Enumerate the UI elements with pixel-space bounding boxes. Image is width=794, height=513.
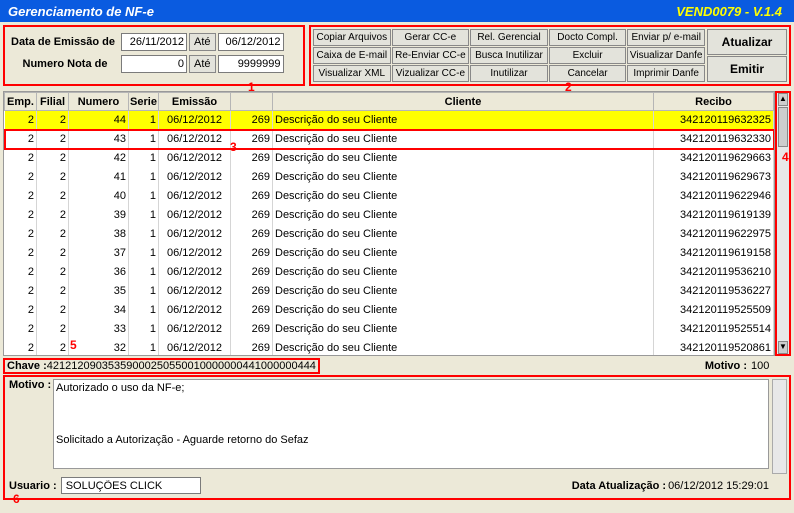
message-line-2: Solicitado a Autorização - Aguarde retor… — [56, 434, 766, 446]
table-row[interactable]: 2241106/12/2012269Descrição do seu Clien… — [5, 168, 774, 187]
motivo-text-label: Motivo : — [9, 379, 53, 391]
table-scrollbar[interactable]: ▲ ▼ — [775, 91, 791, 356]
col-header[interactable]: Emp. — [5, 93, 37, 111]
toolbar-button-4[interactable]: Enviar p/ e-mail — [627, 29, 705, 46]
marker-4: 4 — [782, 150, 789, 164]
usuario-field[interactable] — [61, 477, 201, 494]
grid-table[interactable]: Emp.FilialNumeroSerieEmissão ClienteRecib… — [3, 91, 775, 356]
marker-1: 1 — [248, 80, 255, 94]
scroll-thumb[interactable] — [778, 107, 788, 147]
col-header[interactable]: Numero — [69, 93, 129, 111]
col-header[interactable]: Recibo — [654, 93, 774, 111]
table-row[interactable]: 2243106/12/2012269Descrição do seu Clien… — [5, 130, 774, 149]
toolbar-button-2[interactable]: Rel. Gerencial — [470, 29, 548, 46]
toolbar-button-5[interactable]: Caixa de E-mail — [313, 47, 391, 64]
motivo-code-value: 100 — [751, 360, 791, 372]
table-row[interactable]: 2236106/12/2012269Descrição do seu Clien… — [5, 263, 774, 282]
atualizar-button[interactable]: Atualizar — [707, 29, 787, 55]
button-panel: Copiar ArquivosGerar CC-eRel. GerencialD… — [309, 25, 791, 86]
input-data-ate[interactable] — [218, 33, 284, 51]
toolbar-button-7[interactable]: Busca Inutilizar — [470, 47, 548, 64]
table-row[interactable]: 2242106/12/2012269Descrição do seu Clien… — [5, 149, 774, 168]
usuario-label: Usuario : — [9, 480, 57, 492]
table-row[interactable]: 2238106/12/2012269Descrição do seu Clien… — [5, 225, 774, 244]
toolbar-button-6[interactable]: Re-Enviar CC-e — [392, 47, 470, 64]
scroll-down-icon[interactable]: ▼ — [778, 341, 788, 354]
message-line-1: Autorizado o uso da NF-e; — [56, 382, 766, 394]
input-data-de[interactable] — [121, 33, 187, 51]
label-data-emissao: Data de Emissão de — [11, 36, 119, 48]
data-atualizacao-value: 06/12/2012 15:29:01 — [668, 480, 769, 492]
toolbar-button-11[interactable]: Vizualizar CC-e — [392, 65, 470, 82]
motivo-code-label: Motivo : — [705, 360, 747, 372]
message-area[interactable]: Autorizado o uso da NF-e; Solicitado a A… — [53, 379, 769, 469]
emitir-button[interactable]: Emitir — [707, 56, 787, 82]
table-row[interactable]: 2233106/12/2012269Descrição do seu Clien… — [5, 320, 774, 339]
col-header[interactable]: Emissão — [159, 93, 231, 111]
scroll-up-icon[interactable]: ▲ — [778, 93, 788, 106]
chave-value: 4212120903535900025055001000000044100000… — [47, 360, 316, 372]
label-numero-nota: Numero Nota de — [11, 58, 119, 70]
col-header[interactable]: Serie — [129, 93, 159, 111]
toolbar-button-13[interactable]: Cancelar — [549, 65, 627, 82]
input-num-de[interactable] — [121, 55, 187, 73]
input-num-ate[interactable] — [218, 55, 284, 73]
filter-panel: Data de Emissão de Até Numero Nota de At… — [3, 25, 305, 86]
table-row[interactable]: 2240106/12/2012269Descrição do seu Clien… — [5, 187, 774, 206]
ate-button-2[interactable]: Até — [189, 55, 216, 73]
table-row[interactable]: 2244106/12/2012269Descrição do seu Clien… — [5, 111, 774, 130]
app-version: VEND0079 - V.1.4 — [676, 4, 782, 19]
marker-3: 3 — [230, 140, 237, 154]
titlebar: Gerenciamento de NF-e VEND0079 - V.1.4 — [0, 0, 794, 22]
table-row[interactable]: 2234106/12/2012269Descrição do seu Clien… — [5, 301, 774, 320]
marker-5: 5 — [70, 338, 77, 352]
col-header[interactable]: Cliente — [273, 93, 654, 111]
toolbar-button-14[interactable]: Imprimir Danfe — [627, 65, 705, 82]
ate-button-1[interactable]: Até — [189, 33, 216, 51]
col-header[interactable] — [231, 93, 273, 111]
marker-2: 2 — [565, 80, 572, 94]
message-scrollbar[interactable] — [772, 379, 787, 474]
toolbar-button-1[interactable]: Gerar CC-e — [392, 29, 470, 46]
table-row[interactable]: 2237106/12/2012269Descrição do seu Clien… — [5, 244, 774, 263]
marker-6: 6 — [13, 492, 20, 506]
table-row[interactable]: 2232106/12/2012269Descrição do seu Clien… — [5, 339, 774, 357]
table-row[interactable]: 2239106/12/2012269Descrição do seu Clien… — [5, 206, 774, 225]
toolbar-button-12[interactable]: Inutilizar — [470, 65, 548, 82]
chave-label: Chave : — [7, 360, 47, 372]
data-atualizacao-label: Data Atualização : — [572, 480, 666, 492]
toolbar-button-9[interactable]: Visualizar Danfe — [627, 47, 705, 64]
toolbar-button-10[interactable]: Visualizar XML — [313, 65, 391, 82]
col-header[interactable]: Filial — [37, 93, 69, 111]
app-title: Gerenciamento de NF-e — [8, 4, 154, 19]
toolbar-button-8[interactable]: Excluir — [549, 47, 627, 64]
table-row[interactable]: 2235106/12/2012269Descrição do seu Clien… — [5, 282, 774, 301]
toolbar-button-3[interactable]: Docto Compl. — [549, 29, 627, 46]
detail-panel: Motivo : Autorizado o uso da NF-e; Solic… — [3, 375, 791, 500]
toolbar-button-0[interactable]: Copiar Arquivos — [313, 29, 391, 46]
